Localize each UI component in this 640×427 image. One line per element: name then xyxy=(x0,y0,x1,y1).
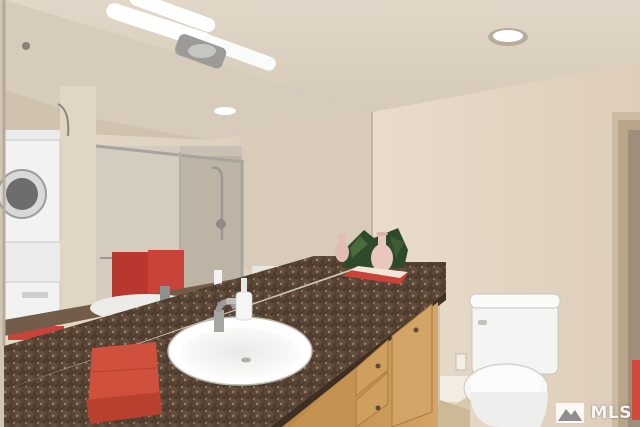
mountain-logo-icon xyxy=(556,403,584,423)
wall-column-reflection xyxy=(60,86,96,316)
bathroom-scene xyxy=(0,0,640,427)
folded-towel xyxy=(86,342,162,424)
drawer-knob xyxy=(375,363,381,369)
sink xyxy=(167,316,313,386)
watermark-text: MLS xyxy=(590,403,632,423)
toilet xyxy=(463,293,561,427)
wall-outlet xyxy=(455,353,467,371)
bathroom-photo: MLS xyxy=(0,0,640,427)
